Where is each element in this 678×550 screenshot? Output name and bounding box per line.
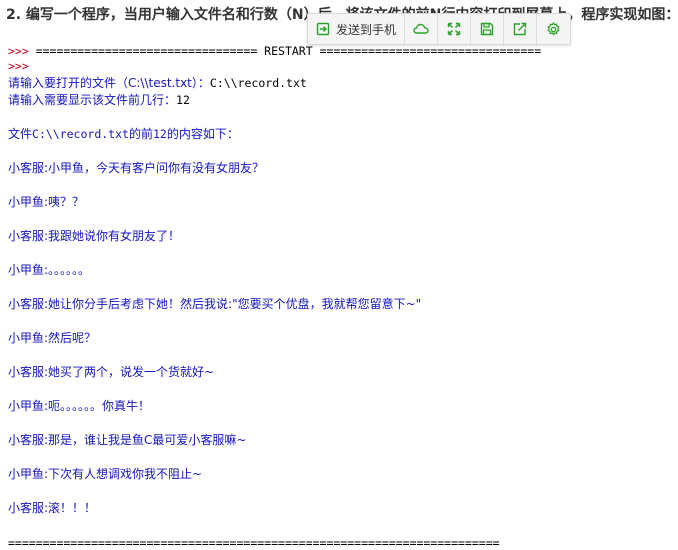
send-to-phone-icon [316,22,330,36]
dialog-line: 小客服:滚！！！ [8,501,97,515]
input-file-prompt: 请输入要打开的文件（C:\\test.txt）： [8,76,210,90]
dialog-line: 小客服:那是，谁让我是鱼C最可爱小客服嘛~ [8,433,247,447]
settings-button[interactable] [537,14,569,44]
share-button[interactable] [504,14,538,44]
header-mid: 的前 [128,127,153,141]
output-header: 文件C:\\record.txt的前12的内容如下： [8,127,239,141]
save-icon [480,22,494,36]
settings-icon [547,21,559,35]
bottom-separator: ========================================… [8,536,500,550]
header-num: 12 [152,127,167,141]
input-lines-value: 12 [176,93,190,107]
dialog-line: 小甲鱼:然后呢？ [8,331,97,345]
expand-icon [447,22,461,36]
dialog-line: 小甲鱼:下次有人想调戏你我不阻止~ [8,467,203,481]
restart-line: >>> ================================ RES… [8,44,541,58]
cloud-button[interactable] [405,14,439,44]
prompt-line: >>> [8,59,29,73]
header-prefix: 文件 [8,127,33,141]
header-file: C:\\record.txt [32,127,129,141]
expand-button[interactable] [438,14,472,44]
floating-toolbar: 发送到手机 [307,13,571,45]
dialog-line: 小客服:我跟她说你有女朋友了！ [8,229,181,243]
send-to-phone-button[interactable]: 发送到手机 [308,14,406,44]
share-icon [513,22,527,36]
dialog-line: 小甲鱼:咦？？ [8,195,85,209]
input-file-value: C:\\record.txt [209,76,307,90]
restart-banner: ================================ RESTART… [35,44,542,58]
header-suffix: 的内容如下： [166,127,239,141]
dialog-line: 小客服:她买了两个，说发一个货就好~ [8,365,215,379]
dialog-line: 小客服:小甲鱼，今天有客户问你有没有女朋友？ [8,161,265,175]
cloud-icon [413,23,429,34]
dialog-line: 小甲鱼:呃。。。。。。你真牛！ [8,399,151,413]
prompt: >>> [8,44,36,58]
dialog-line: 小甲鱼:。。。。。。 [8,263,91,277]
input-lines-line: 请输入需要显示该文件前几行：12 [8,93,190,107]
input-lines-prompt: 请输入需要显示该文件前几行： [8,93,177,107]
dialog-line: 小客服:她让你分手后考虑下她！然后我说:"您要买个优盘，我就帮您留意下~" [8,297,422,311]
save-button[interactable] [471,14,505,44]
send-to-phone-label: 发送到手机 [336,22,397,37]
input-file-line: 请输入要打开的文件（C:\\test.txt）：C:\\record.txt [8,76,307,90]
